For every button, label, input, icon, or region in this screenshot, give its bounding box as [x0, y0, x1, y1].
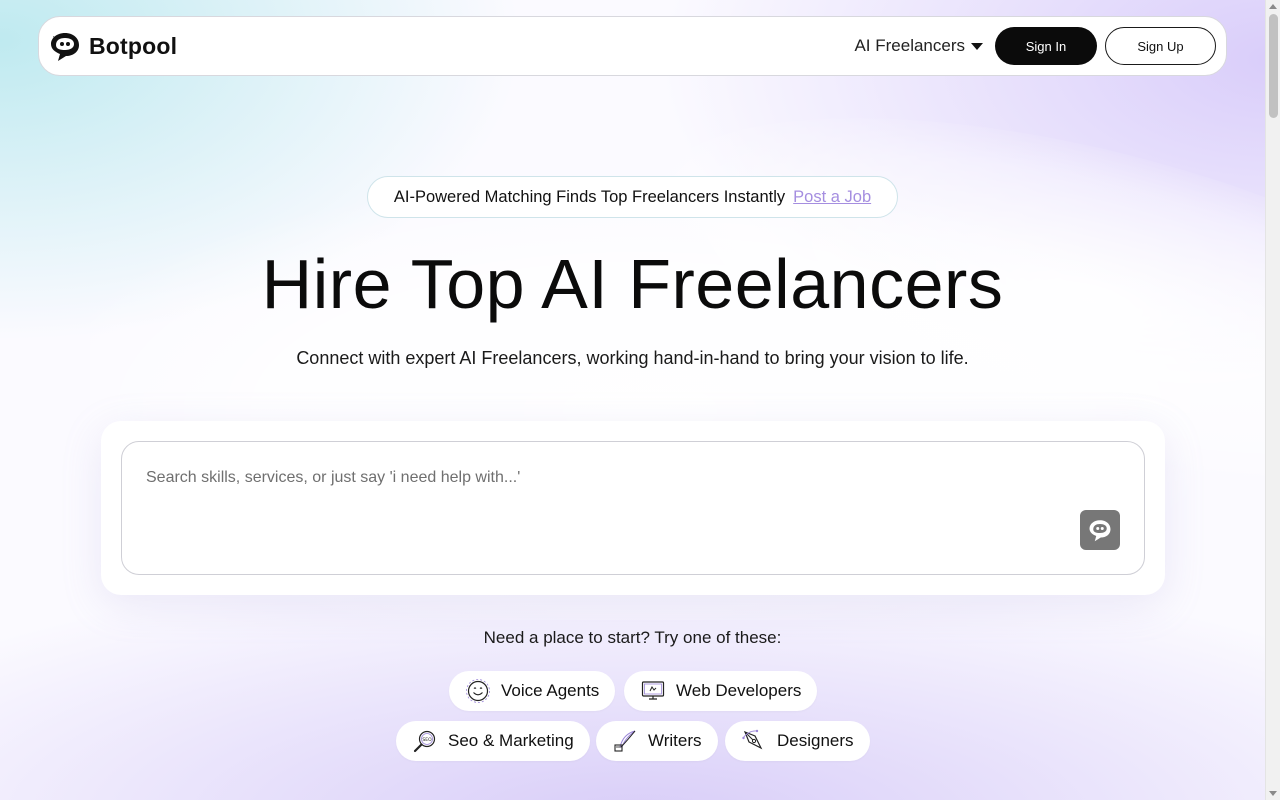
chip-seo-marketing[interactable]: SEO Seo & Marketing [396, 721, 590, 761]
dropdown-label: AI Freelancers [854, 36, 965, 55]
chip-voice-agents[interactable]: Voice Agents [449, 671, 616, 711]
pen-tool-icon [742, 729, 763, 750]
post-a-job-link[interactable]: Post a Job [793, 188, 871, 207]
nav-actions: AI Freelancers Sign In Sign Up [854, 27, 1216, 65]
search-input[interactable] [146, 464, 1046, 492]
caret-down-icon [971, 42, 983, 50]
hero-subtitle: Connect with expert AI Freelancers, work… [296, 348, 969, 368]
scrollbar-thumb[interactable] [1269, 14, 1278, 118]
chip-label: Web Developers [676, 681, 802, 700]
ai-freelancers-dropdown[interactable]: AI Freelancers [854, 36, 983, 56]
page-scrollbar[interactable] [1265, 0, 1280, 800]
chip-label: Voice Agents [501, 681, 600, 700]
smile-face-icon [466, 679, 490, 703]
chip-web-developers[interactable]: Web Developers [624, 671, 818, 711]
svg-text:SEO: SEO [422, 737, 432, 743]
quill-icon [614, 730, 636, 752]
sign-up-button[interactable]: Sign Up [1105, 27, 1216, 65]
search-box[interactable] [121, 441, 1145, 575]
chip-label: Designers [777, 731, 854, 750]
suggestions-label: Need a place to start? Try one of these: [483, 628, 782, 647]
chip-label: Seo & Marketing [448, 731, 574, 750]
search-submit-button[interactable] [1080, 510, 1120, 550]
scroll-down-arrow-icon[interactable] [1269, 791, 1277, 796]
brand-logo[interactable]: Botpool [49, 30, 177, 62]
botpool-send-icon [1089, 520, 1111, 542]
monitor-icon [641, 681, 665, 700]
chip-writers[interactable]: Writers [596, 721, 718, 761]
page: Botpool AI Freelancers Sign In Sign Up A… [0, 0, 1265, 800]
hero-title: Hire Top AI Freelancers [261, 245, 1004, 323]
chip-designers[interactable]: Designers [725, 721, 870, 761]
top-nav: Botpool AI Freelancers Sign In Sign Up [38, 16, 1227, 76]
scroll-up-arrow-icon[interactable] [1269, 4, 1277, 9]
seo-magnifier-icon: SEO [413, 730, 436, 753]
sign-in-button[interactable]: Sign In [995, 27, 1097, 65]
brand-name: Botpool [89, 32, 178, 59]
announcement-pill: AI-Powered Matching Finds Top Freelancer… [367, 176, 898, 218]
chip-label: Writers [648, 731, 702, 750]
botpool-logo-icon [51, 33, 79, 61]
announcement-text: AI-Powered Matching Finds Top Freelancer… [393, 187, 786, 206]
search-card [101, 421, 1165, 595]
